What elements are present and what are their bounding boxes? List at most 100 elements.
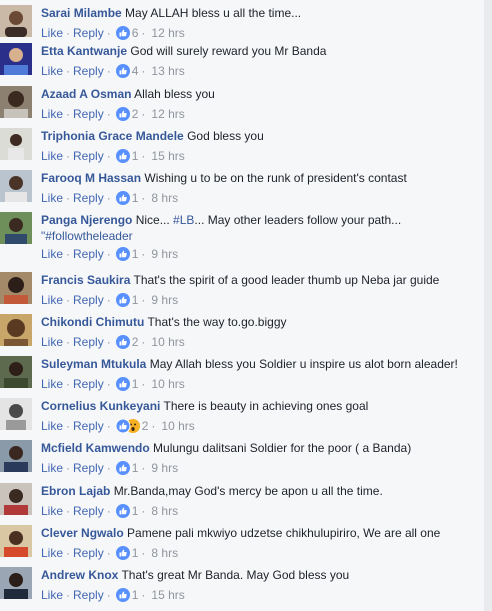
comment-time[interactable]: 9 hrs <box>151 461 178 475</box>
like-icon[interactable] <box>115 546 130 564</box>
separator: · <box>141 546 146 560</box>
comment-time[interactable]: 8 hrs <box>151 191 178 205</box>
like-icon[interactable] <box>115 107 130 125</box>
avatar[interactable] <box>0 525 32 557</box>
comment-author[interactable]: Panga Njerengo <box>41 213 132 227</box>
avatar[interactable] <box>0 43 32 75</box>
comment-author[interactable]: Clever Ngwalo <box>41 526 124 540</box>
like-link[interactable]: Like <box>41 26 63 40</box>
comment-author[interactable]: Ebron Lajab <box>41 484 110 498</box>
reply-link[interactable]: Reply <box>73 419 104 433</box>
comment-author[interactable]: Mcfield Kamwendo <box>41 441 150 455</box>
separator: · <box>106 64 111 78</box>
like-link[interactable]: Like <box>41 247 63 261</box>
avatar[interactable] <box>0 86 32 118</box>
separator: · <box>106 419 111 433</box>
comment-author[interactable]: Francis Saukira <box>41 273 130 287</box>
avatar[interactable] <box>0 5 32 37</box>
like-icon[interactable] <box>115 335 130 353</box>
avatar[interactable] <box>0 483 32 515</box>
separator: · <box>66 504 71 518</box>
avatar[interactable] <box>0 398 32 430</box>
like-icon[interactable] <box>115 293 130 311</box>
reply-link[interactable]: Reply <box>73 293 104 307</box>
comment-time[interactable]: 12 hrs <box>151 107 184 121</box>
avatar[interactable] <box>0 170 32 202</box>
separator: · <box>141 64 146 78</box>
comment-author[interactable]: Farooq M Hassan <box>41 171 141 185</box>
comment-author[interactable]: Azaad A Osman <box>41 87 131 101</box>
reply-link[interactable]: Reply <box>73 107 104 121</box>
separator: · <box>106 26 111 40</box>
comment-time[interactable]: 8 hrs <box>151 546 178 560</box>
reply-link[interactable]: Reply <box>73 546 104 560</box>
comment-text: May ALLAH bless u all the time... <box>125 6 302 20</box>
like-icon[interactable] <box>115 504 130 522</box>
reply-link[interactable]: Reply <box>73 377 104 391</box>
reply-link[interactable]: Reply <box>73 247 104 261</box>
like-link[interactable]: Like <box>41 377 63 391</box>
avatar[interactable] <box>0 272 32 304</box>
comment-time[interactable]: 8 hrs <box>151 504 178 518</box>
reply-link[interactable]: Reply <box>73 461 104 475</box>
like-icon[interactable] <box>115 64 130 82</box>
comment-time[interactable]: 9 hrs <box>151 247 178 261</box>
avatar[interactable] <box>0 212 32 244</box>
comment-author[interactable]: Etta Kantwanje <box>41 44 127 58</box>
like-link[interactable]: Like <box>41 293 63 307</box>
separator: · <box>66 419 71 433</box>
like-icon[interactable] <box>115 588 130 606</box>
like-icon[interactable] <box>115 461 130 479</box>
reply-link[interactable]: Reply <box>73 588 104 602</box>
reply-link[interactable]: Reply <box>73 504 104 518</box>
comment-time[interactable]: 9 hrs <box>151 293 178 307</box>
comment-author[interactable]: Andrew Knox <box>41 568 118 582</box>
like-icon[interactable] <box>115 191 130 209</box>
avatar[interactable] <box>0 128 32 160</box>
avatar[interactable] <box>0 567 32 599</box>
like-link[interactable]: Like <box>41 419 63 433</box>
like-link[interactable]: Like <box>41 461 63 475</box>
separator: · <box>141 504 146 518</box>
reply-link[interactable]: Reply <box>73 191 104 205</box>
hashtag-link[interactable]: "#followtheleader <box>41 229 133 243</box>
like-link[interactable]: Like <box>41 335 63 349</box>
comment-author[interactable]: Cornelius Kunkeyani <box>41 399 160 413</box>
like-link[interactable]: Like <box>41 504 63 518</box>
avatar[interactable] <box>0 440 32 472</box>
separator: · <box>141 335 146 349</box>
like-link[interactable]: Like <box>41 546 63 560</box>
comment-author[interactable]: Triphonia Grace Mandele <box>41 129 184 143</box>
separator: · <box>141 293 146 307</box>
avatar[interactable] <box>0 356 32 388</box>
like-icon[interactable] <box>115 149 130 167</box>
like-icon[interactable] <box>115 377 130 395</box>
comment-time[interactable]: 13 hrs <box>151 64 184 78</box>
like-icon[interactable] <box>115 247 130 265</box>
reply-link[interactable]: Reply <box>73 26 104 40</box>
like-link[interactable]: Like <box>41 149 63 163</box>
reply-link[interactable]: Reply <box>73 335 104 349</box>
like-link[interactable]: Like <box>41 588 63 602</box>
reply-link[interactable]: Reply <box>73 149 104 163</box>
like-link[interactable]: Like <box>41 191 63 205</box>
comment-author[interactable]: Chikondi Chimutu <box>41 315 144 329</box>
like-and-wow-icons[interactable] <box>115 418 140 437</box>
separator: · <box>66 64 71 78</box>
like-link[interactable]: Like <box>41 107 63 121</box>
like-icon[interactable] <box>115 26 130 44</box>
hashtag-link[interactable]: #LB <box>173 213 194 227</box>
reply-link[interactable]: Reply <box>73 64 104 78</box>
comment-time[interactable]: 10 hrs <box>151 335 184 349</box>
comment-time[interactable]: 15 hrs <box>151 149 184 163</box>
comment-time[interactable]: 12 hrs <box>151 26 184 40</box>
comment-author[interactable]: Sarai Milambe <box>41 6 122 20</box>
scrollbar-track[interactable] <box>484 0 492 611</box>
comment-time[interactable]: 10 hrs <box>161 419 194 433</box>
comment-author[interactable]: Suleyman Mtukula <box>41 357 146 371</box>
separator: · <box>66 293 71 307</box>
like-link[interactable]: Like <box>41 64 63 78</box>
avatar[interactable] <box>0 314 32 346</box>
comment-time[interactable]: 10 hrs <box>151 377 184 391</box>
comment-time[interactable]: 15 hrs <box>151 588 184 602</box>
